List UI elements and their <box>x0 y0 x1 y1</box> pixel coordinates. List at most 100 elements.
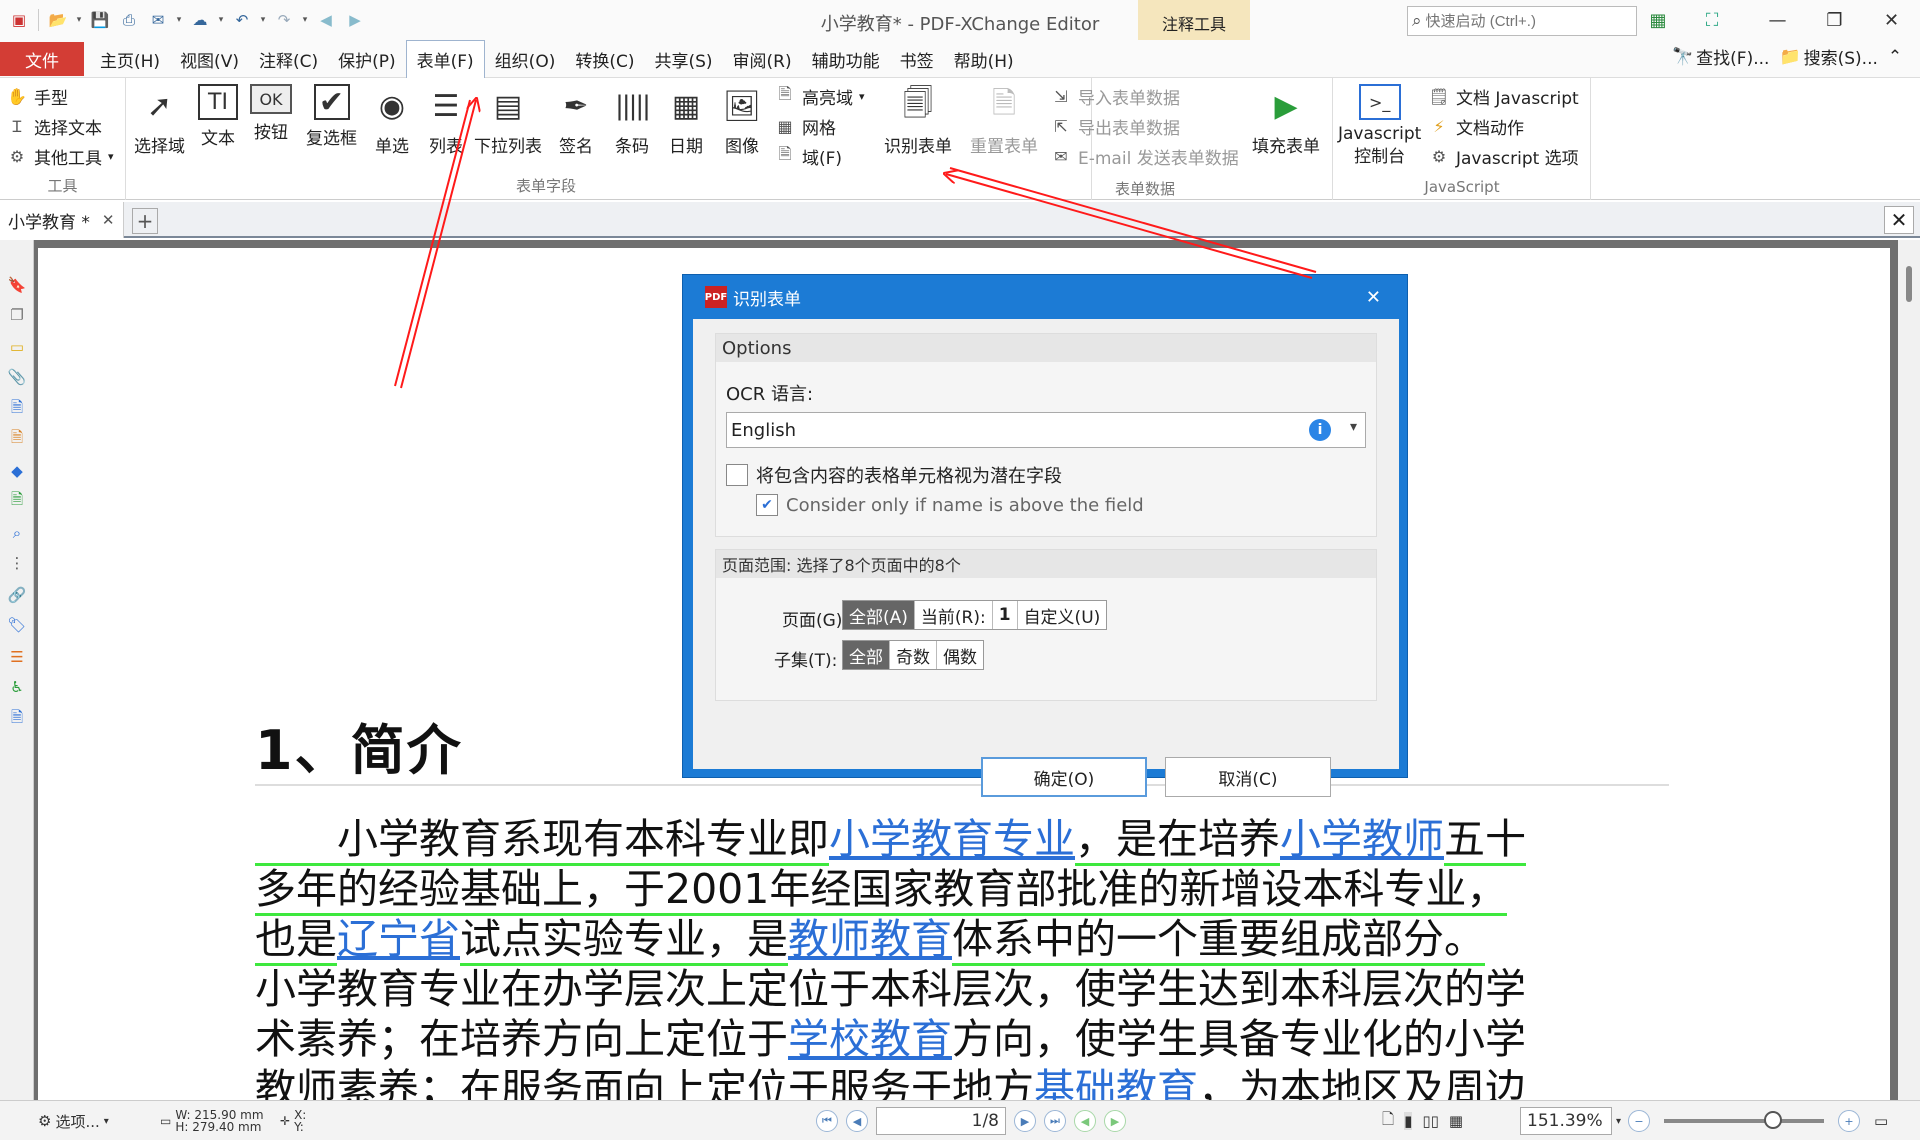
tab-3[interactable]: 保护(P) <box>328 40 406 78</box>
tab-11[interactable]: 帮助(H) <box>944 40 1024 78</box>
comments-icon[interactable]: ▭ <box>6 336 28 358</box>
info-icon[interactable]: i <box>1309 419 1331 441</box>
hyperlink[interactable]: 小学教育专业 <box>829 815 1075 863</box>
single-page-icon[interactable]: 🗋 <box>1382 1109 1394 1134</box>
chevron-down-icon[interactable]: ▾ <box>258 7 268 33</box>
doc-actions[interactable]: ⚡ 文档动作 <box>1428 112 1524 140</box>
bookmarks-icon[interactable]: 🔖 <box>6 274 28 296</box>
ok-button[interactable]: 确定(O) <box>981 757 1147 797</box>
hyperlink[interactable]: 学校教育 <box>788 1015 952 1063</box>
pages-icon[interactable]: ❐ <box>6 304 28 326</box>
save-icon[interactable]: 💾 <box>87 7 113 33</box>
restore-icon[interactable]: ❐ <box>1806 0 1863 40</box>
email-icon[interactable]: ✉ <box>145 7 171 33</box>
chevron-down-icon[interactable]: ▾ <box>174 7 184 33</box>
quick-launch-input[interactable] <box>1425 12 1616 30</box>
tab-9[interactable]: 辅助功能 <box>802 40 890 78</box>
properties-icon[interactable]: 🗎 <box>6 428 28 450</box>
close-document-button[interactable]: ✕ <box>1884 206 1914 234</box>
tab-6[interactable]: 转换(C) <box>565 40 644 78</box>
structure-icon[interactable]: ⋮ <box>6 552 28 574</box>
pages-option-2[interactable]: 1 <box>993 601 1018 629</box>
forward-view-icon[interactable]: ▶ <box>1104 1110 1126 1132</box>
dialog-close-icon[interactable]: ✕ <box>1366 287 1381 308</box>
reset-form-button[interactable]: 🗎 重置表单 <box>970 84 1038 158</box>
export-form-data[interactable]: ⇱ 导出表单数据 <box>1050 112 1180 140</box>
checkbox-button[interactable]: ✔ 复选框 <box>306 84 357 149</box>
labels-icon[interactable]: 🏷 <box>6 614 28 636</box>
last-page-icon[interactable]: ⏭ <box>1044 1110 1066 1132</box>
minimize-icon[interactable]: — <box>1749 0 1806 40</box>
tags-icon[interactable]: 🗎 <box>6 490 28 512</box>
attachments-icon[interactable]: 📎 <box>6 366 28 388</box>
image-button[interactable]: 🖼 图像 <box>720 84 764 158</box>
undo-icon[interactable]: ↶ <box>229 7 255 33</box>
tab-10[interactable]: 书签 <box>890 40 944 78</box>
chevron-down-icon[interactable]: ▾ <box>74 7 84 33</box>
barcode-button[interactable]: ||||| 条码 <box>610 84 654 157</box>
find-button[interactable]: 🔭 查找(F)... <box>1672 44 1769 70</box>
select-text-tool[interactable]: Ɪ 选择文本 <box>6 112 102 140</box>
pages-option-0[interactable]: 全部(A) <box>843 601 915 629</box>
subset-option-0[interactable]: 全部 <box>843 641 890 669</box>
tab-0[interactable]: 主页(H) <box>90 40 170 78</box>
zoom-slider[interactable] <box>1664 1111 1824 1129</box>
chevron-down-icon[interactable]: ▾ <box>1616 1116 1621 1127</box>
hyperlink[interactable]: 基础教育 <box>1034 1065 1198 1100</box>
ocr-language-select[interactable]: English i ▾ <box>726 412 1366 448</box>
subset-option-2[interactable]: 偶数 <box>937 641 983 669</box>
hand-tool[interactable]: ✋ 手型 <box>6 82 68 110</box>
fill-form-button[interactable]: ▶ 填充表单 <box>1252 84 1320 158</box>
tab-7[interactable]: 共享(S) <box>644 40 722 78</box>
list-box-button[interactable]: ☰ 列表 <box>424 84 468 158</box>
new-tab-button[interactable]: + <box>132 208 158 234</box>
first-page-icon[interactable]: ⏮ <box>816 1110 838 1132</box>
cancel-button[interactable]: 取消(C) <box>1165 757 1331 797</box>
prev-page-icon[interactable]: ◀ <box>846 1110 868 1132</box>
pages-option-1[interactable]: 当前(R): <box>915 601 993 629</box>
close-icon[interactable]: ✕ <box>1863 0 1920 40</box>
document-info-icon[interactable]: 🗎 <box>6 708 28 730</box>
zoom-out-icon[interactable]: − <box>1628 1110 1650 1132</box>
table-cells-checkbox[interactable]: 将包含内容的表格单元格视为潜在字段 <box>726 462 1062 488</box>
document-tab[interactable]: 小学教育 * ✕ <box>0 202 124 238</box>
layers-icon[interactable]: ◆ <box>6 460 28 482</box>
zoom-slider-knob[interactable] <box>1764 1111 1782 1129</box>
next-page-icon[interactable]: ▶ <box>1014 1110 1036 1132</box>
cloud-icon[interactable]: ☁ <box>187 7 213 33</box>
fit-page-icon[interactable]: ▭ <box>1874 1112 1888 1130</box>
toolbar-options-icon[interactable]: ▦ <box>1646 8 1670 32</box>
close-tab-icon[interactable]: ✕ <box>102 211 115 229</box>
signature-button[interactable]: ✒ 签名 <box>554 84 598 158</box>
search-pane-icon[interactable]: ⌕ <box>6 522 28 544</box>
destinations-icon[interactable]: 🗎 <box>6 398 28 420</box>
tab-4[interactable]: 表单(F) <box>405 40 485 79</box>
zoom-in-icon[interactable]: + <box>1838 1110 1860 1132</box>
quick-launch-box[interactable]: ⌕ <box>1407 6 1637 36</box>
select-field-button[interactable]: ➚ 选择域 <box>134 84 185 158</box>
pages-option-3[interactable]: 自定义(U) <box>1018 601 1107 629</box>
vertical-scrollbar[interactable] <box>1898 240 1920 1100</box>
date-button[interactable]: ▦ 日期 <box>664 84 708 158</box>
js-console-button[interactable]: >_ Javascript 控制台 <box>1338 84 1421 167</box>
open-folder-icon[interactable]: 📂 <box>45 7 71 33</box>
email-form-data[interactable]: ✉ E-mail 发送表单数据 <box>1050 142 1238 170</box>
doc-javascript[interactable]: 🗒 文档 Javascript <box>1428 82 1579 110</box>
accessibility-icon[interactable]: ♿ <box>6 676 28 698</box>
file-tab[interactable]: 文件 <box>0 42 84 76</box>
other-tools[interactable]: ⚙ 其他工具 ▾ <box>6 142 114 170</box>
fields-button[interactable]: 🗎 域(F) <box>774 142 842 170</box>
grid-toggle[interactable]: ▦ 网格 <box>774 112 836 140</box>
text-field-button[interactable]: TI 文本 <box>198 84 238 149</box>
facing-pages-icon[interactable]: ▯▯ <box>1422 1112 1439 1130</box>
import-form-data[interactable]: ⇲ 导入表单数据 <box>1050 82 1180 110</box>
checkbox-box[interactable] <box>726 464 748 486</box>
options-button[interactable]: ⚙ 选项... ▾ <box>38 1101 109 1141</box>
app-icon[interactable]: ▣ <box>6 7 32 33</box>
scroll-thumb[interactable] <box>1906 266 1912 302</box>
links-icon[interactable]: 🔗 <box>6 584 28 606</box>
back-icon[interactable]: ◀ <box>313 7 339 33</box>
page-number-input[interactable]: 1/8 <box>876 1107 1006 1135</box>
continuous-page-icon[interactable]: ▮ <box>1404 1112 1413 1130</box>
push-button-button[interactable]: OK 按钮 <box>250 84 292 143</box>
